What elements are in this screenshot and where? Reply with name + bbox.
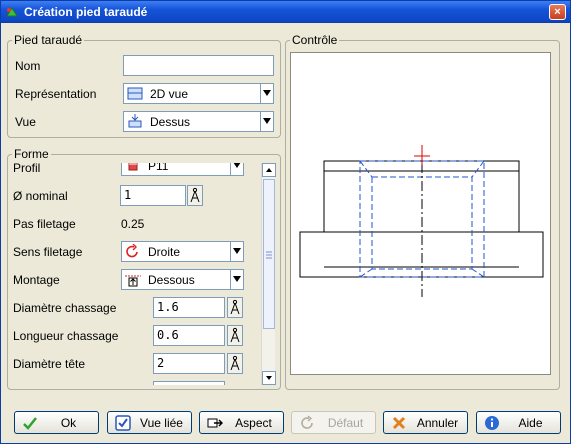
close-button[interactable]: × <box>549 4 566 20</box>
preview-canvas <box>290 52 551 375</box>
checkbox-checked-icon <box>115 415 131 431</box>
cancel-icon <box>392 416 406 430</box>
grip-icon <box>266 251 272 259</box>
forme-scroll-area: Profil P11 Ø nominal 1 Pas filetage 0.25… <box>13 163 261 385</box>
profil-select[interactable]: P11 <box>121 163 244 176</box>
compass-icon[interactable] <box>227 297 243 318</box>
aspect-button[interactable]: Aspect <box>199 411 284 434</box>
pas-filetage-value: 0.25 <box>121 217 145 231</box>
arrow-right-box-icon <box>207 418 223 428</box>
vue-select[interactable]: Dessus <box>123 111 274 132</box>
scroll-thumb[interactable] <box>263 179 275 329</box>
app-icon <box>6 7 18 17</box>
profil-value: P11 <box>148 163 169 173</box>
compass-icon[interactable] <box>227 325 243 346</box>
aide-button-label: Aide <box>518 416 543 430</box>
diam-nominal-label: Ø nominal <box>13 189 68 203</box>
forme-scrollbar[interactable] <box>261 163 276 385</box>
diam-tete-input[interactable]: 2 <box>153 353 225 374</box>
representation-select[interactable]: 2D vue <box>123 83 274 104</box>
montage-value: Dessous <box>148 273 195 287</box>
defaut-button[interactable]: Défaut <box>291 411 376 434</box>
sens-filetage-label: Sens filetage <box>13 245 83 259</box>
rotate-right-icon <box>126 244 138 258</box>
representation-label: Représentation <box>15 87 97 101</box>
compass-icon[interactable] <box>227 353 243 374</box>
chevron-down-icon[interactable] <box>230 242 243 261</box>
nom-label: Nom <box>15 59 41 73</box>
vue-liee-button[interactable]: Vue liée <box>107 411 192 434</box>
pas-filetage-label: Pas filetage <box>13 217 76 231</box>
group-pied-taraude-legend: Pied taraudé <box>14 33 83 47</box>
chevron-down-icon[interactable] <box>230 270 243 289</box>
sens-filetage-value: Droite <box>148 245 181 259</box>
compass-icon[interactable] <box>187 185 203 206</box>
check-icon <box>23 417 37 430</box>
representation-value: 2D vue <box>150 87 189 101</box>
long-chassage-label: Longueur chassage <box>13 329 119 343</box>
montage-label: Montage <box>13 273 60 287</box>
diam-nominal-input[interactable]: 1 <box>120 185 186 206</box>
next-field-input[interactable] <box>153 381 225 385</box>
vue-label: Vue <box>15 115 36 129</box>
ok-button[interactable]: Ok <box>14 411 99 434</box>
profil-label: Profil <box>13 163 41 175</box>
refresh-icon <box>301 415 313 429</box>
2d-view-icon <box>127 87 143 100</box>
diam-tete-label: Diamètre tête <box>13 357 86 371</box>
aspect-button-label: Aspect <box>235 416 272 430</box>
ok-button-label: Ok <box>60 416 77 430</box>
annuler-button-label: Annuler <box>416 416 459 430</box>
standoff-drawing <box>299 145 544 297</box>
nom-input[interactable] <box>123 55 274 76</box>
scroll-up-button[interactable] <box>262 163 276 177</box>
diam-chassage-input[interactable]: 1.6 <box>153 297 225 318</box>
chevron-down-icon[interactable] <box>260 112 273 131</box>
chevron-down-icon[interactable] <box>230 163 243 175</box>
profile-icon <box>128 163 138 171</box>
group-controle-legend: Contrôle <box>292 33 338 47</box>
vue-liee-button-label: Vue liée <box>140 416 183 430</box>
scroll-down-button[interactable] <box>262 371 276 385</box>
vue-value: Dessus <box>150 115 191 129</box>
chevron-down-icon[interactable] <box>260 84 273 103</box>
arrow-up-icon <box>266 168 272 172</box>
diam-chassage-label: Diamètre chassage <box>13 301 117 315</box>
group-forme-legend: Forme <box>14 147 49 161</box>
montage-select[interactable]: Dessous <box>121 269 244 290</box>
window-title: Création pied taraudé <box>24 5 148 19</box>
annuler-button[interactable]: Annuler <box>383 411 468 434</box>
title-bar[interactable]: Création pied taraudé × <box>1 1 570 23</box>
mount-below-icon <box>125 275 141 287</box>
aide-button[interactable]: Aide <box>476 411 561 434</box>
sens-filetage-select[interactable]: Droite <box>121 241 244 262</box>
long-chassage-input[interactable]: 0.6 <box>153 325 225 346</box>
defaut-button-label: Défaut <box>327 416 364 430</box>
arrow-down-icon <box>266 376 272 380</box>
info-icon <box>485 416 499 430</box>
dialog-window: Création pied taraudé × Pied taraudé Nom… <box>0 0 571 444</box>
top-view-icon <box>128 114 142 128</box>
